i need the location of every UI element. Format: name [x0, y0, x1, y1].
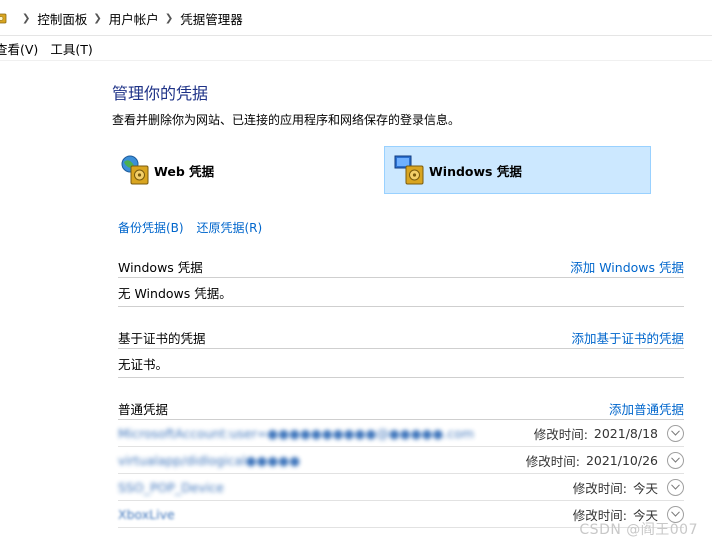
certificate-credentials-section: 基于证书的凭据 添加基于证书的凭据 无证书。 — [118, 326, 684, 378]
modified-label: 修改时间: — [572, 480, 627, 496]
breadcrumb-user-accounts[interactable]: 用户帐户 — [109, 9, 159, 28]
section-title: 基于证书的凭据 — [118, 330, 206, 346]
menu-view[interactable]: 查看(V) — [0, 39, 38, 58]
section-header: Windows 凭据 添加 Windows 凭据 — [118, 255, 684, 278]
web-credentials-tab[interactable]: Web 凭据 — [118, 146, 378, 194]
web-credentials-label: Web 凭据 — [154, 163, 215, 179]
section-empty-text: 无证书。 — [118, 349, 684, 378]
backup-credentials-link[interactable]: 备份凭据(B) — [118, 221, 184, 235]
credential-row[interactable]: MicrosoftAccount:user=●●●●●●●●●●@●●●●●.c… — [118, 420, 684, 447]
breadcrumb-control-panel[interactable]: 控制面板 — [37, 9, 87, 28]
backup-restore-links: 备份凭据(B) 还原凭据(R) — [118, 219, 271, 236]
expand-chevron-icon[interactable] — [667, 478, 684, 496]
credential-name: virtualapp/didlogical●●●●● — [118, 452, 301, 468]
windows-credentials-tab[interactable]: Windows 凭据 — [384, 146, 651, 194]
expand-chevron-icon[interactable] — [667, 451, 684, 469]
watermark: CSDN @阎王007 — [579, 522, 698, 538]
section-title: Windows 凭据 — [118, 259, 203, 275]
credential-name: XboxLive — [118, 506, 175, 522]
chevron-right-icon: ❯ — [164, 12, 174, 24]
modified-time: 2021/8/18 — [593, 425, 658, 441]
credential-row[interactable]: virtualapp/didlogical●●●●● 修改时间: 2021/10… — [118, 447, 684, 474]
chevron-right-icon: ❯ — [22, 12, 31, 24]
modified-time: 今天 — [632, 480, 658, 496]
add-certificate-credential-link[interactable]: 添加基于证书的凭据 — [571, 328, 684, 347]
breadcrumb-credential-manager[interactable]: 凭据管理器 — [180, 9, 243, 28]
section-header: 普通凭据 添加普通凭据 — [118, 397, 684, 420]
page-title: 管理你的凭据 — [112, 84, 209, 103]
add-windows-credential-link[interactable]: 添加 Windows 凭据 — [570, 257, 684, 276]
modified-label: 修改时间: — [533, 426, 588, 442]
modified-time: 2021/10/26 — [585, 452, 658, 468]
menu-bar: 查看(V) 工具(T) — [0, 37, 712, 61]
windows-credentials-section: Windows 凭据 添加 Windows 凭据 无 Windows 凭据。 — [118, 255, 684, 307]
section-title: 普通凭据 — [118, 401, 169, 417]
address-bar[interactable]: ❯ 控制面板 ❯ 用户帐户 ❯ 凭据管理器 — [0, 0, 712, 36]
credential-manager-icon — [0, 13, 7, 24]
breadcrumb: ❯ 控制面板 ❯ 用户帐户 ❯ 凭据管理器 — [16, 0, 243, 36]
generic-credentials-section: 普通凭据 添加普通凭据 MicrosoftAccount:user=●●●●●●… — [118, 397, 684, 528]
credential-name: MicrosoftAccount:user=●●●●●●●●●●@●●●●●.c… — [118, 425, 475, 441]
credential-row[interactable]: SSO_POP_Device 修改时间: 今天 — [118, 474, 684, 501]
web-credentials-icon — [121, 155, 149, 185]
add-generic-credential-link[interactable]: 添加普通凭据 — [609, 399, 684, 418]
chevron-right-icon: ❯ — [93, 12, 102, 24]
menu-tools[interactable]: 工具(T) — [50, 39, 92, 58]
expand-chevron-icon[interactable] — [667, 424, 684, 442]
restore-credentials-link[interactable]: 还原凭据(R) — [196, 221, 262, 235]
section-header: 基于证书的凭据 添加基于证书的凭据 — [118, 326, 684, 349]
credential-name: SSO_POP_Device — [118, 479, 224, 495]
windows-credentials-label: Windows 凭据 — [429, 163, 522, 179]
page-description: 查看并删除你为网站、已连接的应用程序和网络保存的登录信息。 — [112, 113, 461, 127]
section-empty-text: 无 Windows 凭据。 — [118, 278, 684, 307]
windows-credentials-icon — [394, 155, 424, 185]
modified-label: 修改时间: — [525, 453, 580, 469]
